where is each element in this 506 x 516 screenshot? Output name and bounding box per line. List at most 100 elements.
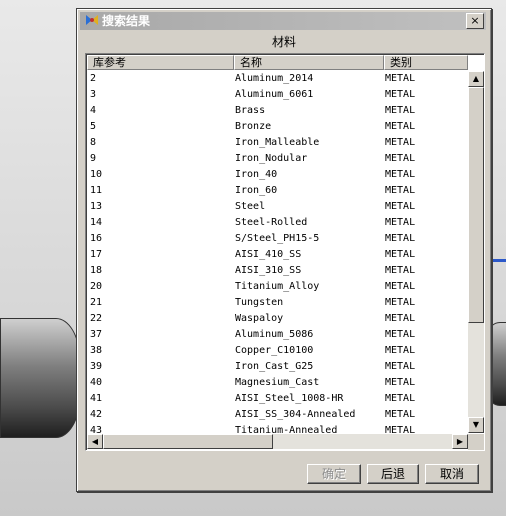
cell-category: METAL xyxy=(385,217,416,228)
cell-name: Waspaloy xyxy=(235,313,284,324)
table-row[interactable]: 13 Steel METAL xyxy=(87,199,468,215)
cell-name: Bronze xyxy=(235,121,272,132)
dialog-titlebar[interactable]: 搜索结果 × xyxy=(80,12,486,30)
cell-library-ref: 37 xyxy=(90,329,103,340)
results-rows: 2 Aluminum_2014 METAL 3 Aluminum_6061 METAL 4 B… xyxy=(87,71,468,439)
cell-category: METAL xyxy=(385,137,416,148)
cell-name: AISI_Steel_1008-HR xyxy=(235,393,344,404)
cell-name: Steel-Rolled xyxy=(235,217,308,228)
cell-category: METAL xyxy=(385,313,416,324)
table-row[interactable]: 20 Titanium_Alloy METAL xyxy=(87,279,468,295)
cell-library-ref: 21 xyxy=(90,297,103,308)
table-row[interactable]: 17 AISI_410_SS METAL xyxy=(87,247,468,263)
table-row[interactable]: 40 Magnesium_Cast METAL xyxy=(87,375,468,391)
cell-name: Steel xyxy=(235,201,266,212)
scroll-down-button[interactable]: ▼ xyxy=(468,417,484,433)
cell-category: METAL xyxy=(385,201,416,212)
cell-name: Tungsten xyxy=(235,297,284,308)
vertical-scroll-thumb[interactable] xyxy=(468,87,484,323)
cell-name: Aluminum_5086 xyxy=(235,329,314,340)
table-row[interactable]: 10 Iron_40 METAL xyxy=(87,167,468,183)
cell-library-ref: 5 xyxy=(90,121,97,132)
scroll-up-button[interactable]: ▲ xyxy=(468,71,484,87)
cell-name: Titanium_Alloy xyxy=(235,281,320,292)
cell-category: METAL xyxy=(385,185,416,196)
table-row[interactable]: 14 Steel-Rolled METAL xyxy=(87,215,468,231)
cell-library-ref: 20 xyxy=(90,281,103,292)
cell-library-ref: 10 xyxy=(90,169,103,180)
cell-name: Aluminum_2014 xyxy=(235,73,314,84)
table-row[interactable]: 9 Iron_Nodular METAL xyxy=(87,151,468,167)
close-button[interactable]: × xyxy=(466,13,484,29)
cell-name: AISI_SS_304-Annealed xyxy=(235,409,356,420)
cell-category: METAL xyxy=(385,233,416,244)
horizontal-scrollbar[interactable]: ◀ ▶ xyxy=(87,434,468,449)
cell-category: METAL xyxy=(385,169,416,180)
cell-category: METAL xyxy=(385,89,416,100)
results-list[interactable]: 库参考 名称 类别 2 Aluminum_2014 METAL 3 Aluminum_6… xyxy=(85,53,485,451)
table-row[interactable]: 3 Aluminum_6061 METAL xyxy=(87,87,468,103)
search-results-dialog: 搜索结果 × 材料 库参考 名称 类别 2 Aluminum_2014 METAL 3… xyxy=(76,8,492,492)
column-header-category[interactable]: 类别 xyxy=(384,55,468,70)
cell-library-ref: 38 xyxy=(90,345,103,356)
app-icon xyxy=(86,15,98,25)
ok-button[interactable]: 确定 xyxy=(307,464,361,484)
table-row[interactable]: 39 Iron_Cast_G25 METAL xyxy=(87,359,468,375)
cell-library-ref: 11 xyxy=(90,185,103,196)
cancel-button[interactable]: 取消 xyxy=(425,464,479,484)
table-row[interactable]: 37 Aluminum_5086 METAL xyxy=(87,327,468,343)
cell-category: METAL xyxy=(385,297,416,308)
cell-library-ref: 42 xyxy=(90,409,103,420)
table-row[interactable]: 21 Tungsten METAL xyxy=(87,295,468,311)
cell-category: METAL xyxy=(385,265,416,276)
table-row[interactable]: 42 AISI_SS_304-Annealed METAL xyxy=(87,407,468,423)
table-row[interactable]: 38 Copper_C10100 METAL xyxy=(87,343,468,359)
cell-category: METAL xyxy=(385,153,416,164)
vertical-scrollbar[interactable]: ▲ ▼ xyxy=(468,71,484,433)
cell-category: METAL xyxy=(385,361,416,372)
scroll-right-button[interactable]: ▶ xyxy=(452,434,468,449)
table-row[interactable]: 8 Iron_Malleable METAL xyxy=(87,135,468,151)
cell-library-ref: 3 xyxy=(90,89,97,100)
column-header-name[interactable]: 名称 xyxy=(234,55,384,70)
cell-name: Copper_C10100 xyxy=(235,345,314,356)
table-row[interactable]: 18 AISI_310_SS METAL xyxy=(87,263,468,279)
back-button[interactable]: 后退 xyxy=(367,464,419,484)
cell-name: Iron_40 xyxy=(235,169,278,180)
dialog-title: 搜索结果 xyxy=(102,14,151,28)
cell-category: METAL xyxy=(385,329,416,340)
cell-name: AISI_310_SS xyxy=(235,265,302,276)
model-edge-line xyxy=(490,259,506,262)
cell-name: Iron_60 xyxy=(235,185,278,196)
scrollbar-corner xyxy=(468,434,484,450)
table-row[interactable]: 22 Waspaloy METAL xyxy=(87,311,468,327)
cell-name: Iron_Nodular xyxy=(235,153,308,164)
cell-library-ref: 13 xyxy=(90,201,103,212)
cell-library-ref: 22 xyxy=(90,313,103,324)
table-row[interactable]: 16 S/Steel_PH15-5 METAL xyxy=(87,231,468,247)
cell-name: S/Steel_PH15-5 xyxy=(235,233,320,244)
cell-library-ref: 8 xyxy=(90,137,97,148)
cell-name: Brass xyxy=(235,105,266,116)
table-row[interactable]: 2 Aluminum_2014 METAL xyxy=(87,71,468,87)
column-header-library-ref[interactable]: 库参考 xyxy=(87,55,234,70)
cell-category: METAL xyxy=(385,377,416,388)
horizontal-scroll-thumb[interactable] xyxy=(103,434,273,449)
table-row[interactable]: 5 Bronze METAL xyxy=(87,119,468,135)
cell-library-ref: 41 xyxy=(90,393,103,404)
cell-name: Aluminum_6061 xyxy=(235,89,314,100)
cell-library-ref: 14 xyxy=(90,217,103,228)
cell-library-ref: 39 xyxy=(90,361,103,372)
cell-library-ref: 17 xyxy=(90,249,103,260)
cell-library-ref: 40 xyxy=(90,377,103,388)
scroll-left-button[interactable]: ◀ xyxy=(87,434,103,449)
cell-category: METAL xyxy=(385,73,416,84)
cell-name: AISI_410_SS xyxy=(235,249,302,260)
cell-category: METAL xyxy=(385,345,416,356)
model-part-left xyxy=(0,318,80,438)
cell-library-ref: 4 xyxy=(90,105,97,116)
table-row[interactable]: 11 Iron_60 METAL xyxy=(87,183,468,199)
table-row[interactable]: 4 Brass METAL xyxy=(87,103,468,119)
cell-category: METAL xyxy=(385,393,416,404)
table-row[interactable]: 41 AISI_Steel_1008-HR METAL xyxy=(87,391,468,407)
